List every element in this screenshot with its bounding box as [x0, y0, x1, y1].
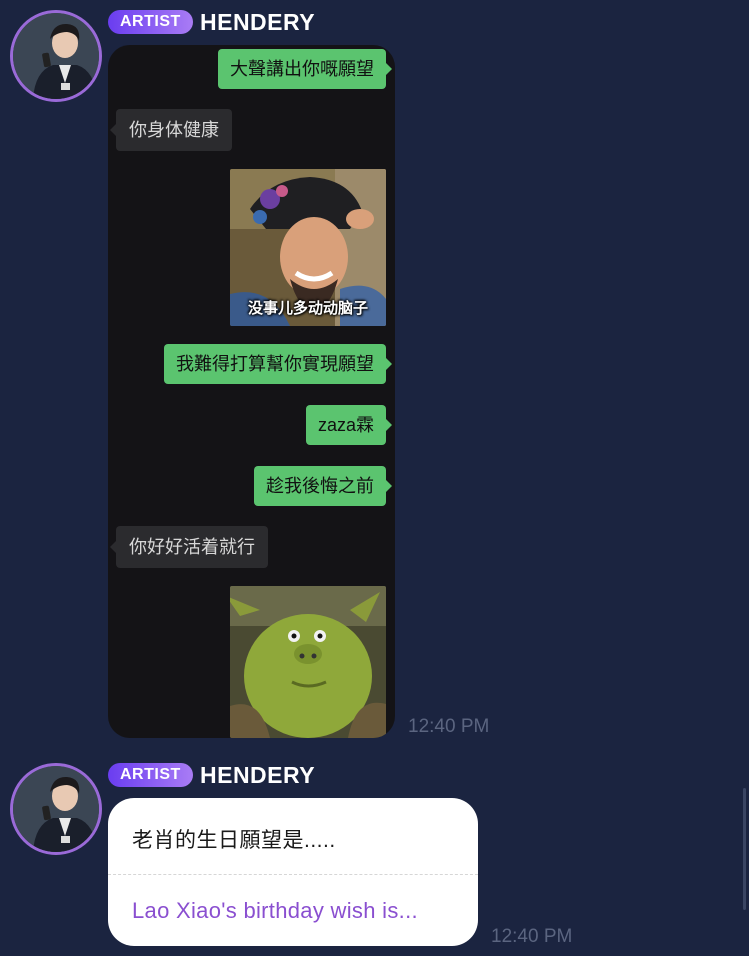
text-message-card[interactable]: 老肖的生日願望是..... Lao Xiao's birthday wish i… [108, 798, 478, 946]
sticker-shrek [230, 586, 386, 738]
sender-name[interactable]: HENDERY [200, 763, 315, 787]
chat-bubble-outgoing: 我難得打算幫你實現願望 [164, 344, 392, 384]
sticker-emperor: 没事儿多动动脑子 [230, 169, 386, 326]
chat-screenshot-image[interactable]: 大聲講出你嘅願望 你身体健康 没事儿多动动脑子 我難得打算幫你實現願望 zaza… [108, 45, 395, 738]
sender-name[interactable]: HENDERY [200, 10, 315, 34]
artist-badge: ARTIST [108, 763, 193, 787]
avatar-portrait-icon [13, 13, 99, 99]
sticker-caption: 没事儿多动动脑子 [247, 300, 368, 317]
chat-bubble-outgoing: zaza霖 [305, 405, 393, 445]
message-translation-text: Lao Xiao's birthday wish is... [132, 898, 418, 923]
shrek-meme-icon [230, 586, 386, 738]
chat-bubble-incoming: 你身体健康 [110, 109, 232, 151]
artist-badge: ARTIST [108, 10, 193, 34]
scrollbar[interactable] [743, 788, 746, 910]
message-timestamp: 12:40 PM [408, 716, 490, 737]
artist-avatar[interactable] [10, 763, 102, 855]
chat-bubble-incoming: 你好好活着就行 [110, 526, 268, 568]
message-timestamp: 12:40 PM [491, 926, 573, 947]
chat-screen: ARTIST HENDERY 大聲講出你嘅願望 你身体健康 没事儿多动动脑子 我… [0, 0, 749, 956]
translation-divider [108, 874, 478, 875]
chat-bubble-outgoing: 大聲講出你嘅願望 [218, 49, 392, 89]
chat-bubble-outgoing: 趁我後悔之前 [254, 466, 392, 506]
avatar-portrait-icon [13, 766, 99, 852]
artist-avatar[interactable] [10, 10, 102, 102]
message-original-text: 老肖的生日願望是..... [132, 829, 336, 852]
